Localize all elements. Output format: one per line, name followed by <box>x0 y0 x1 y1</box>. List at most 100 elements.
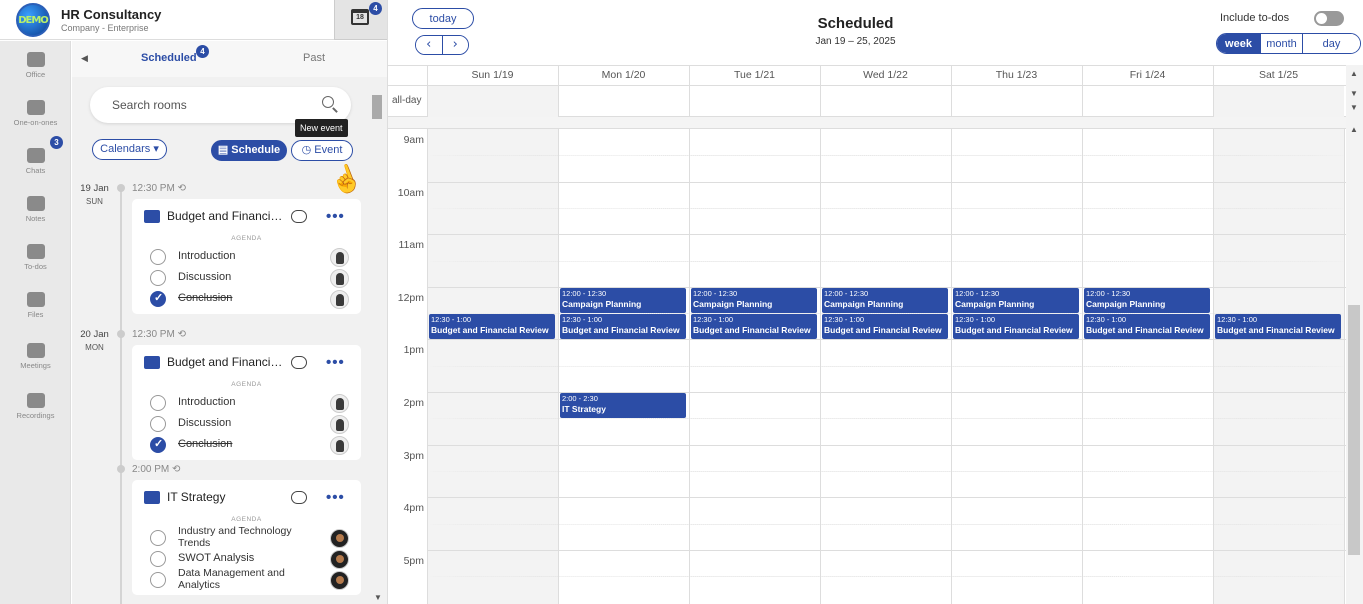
search-icon[interactable] <box>322 96 334 108</box>
avatar[interactable] <box>330 394 349 413</box>
calendar-scrollbar[interactable]: ▲ ▼ ▼ ▲ <box>1346 65 1363 604</box>
org-logo[interactable]: DEMO <box>16 3 50 37</box>
calendars-dropdown[interactable]: Calendars ▾ <box>92 139 167 160</box>
calendar-event[interactable]: 12:00 - 12:30 Campaign Planning <box>560 287 686 314</box>
calendar-event[interactable]: 12:30 - 1:00 Budget and Financial Review <box>953 314 1079 340</box>
avatar[interactable] <box>330 436 349 455</box>
calendar-event[interactable]: 12:30 - 1:00 Budget and Financial Review <box>560 314 686 340</box>
today-button[interactable]: today <box>412 8 474 29</box>
unchecked-circle-icon[interactable] <box>150 395 166 411</box>
calendar-event[interactable]: 12:30 - 1:00 Budget and Financial Review <box>822 314 948 340</box>
calendar-event[interactable]: 12:00 - 12:30 Campaign Planning <box>691 287 817 314</box>
unchecked-circle-icon[interactable] <box>150 270 166 286</box>
schedule-button[interactable]: ▤ Schedule <box>211 140 287 161</box>
calendar-tab[interactable]: 18 4 <box>334 0 387 40</box>
avatar[interactable] <box>330 415 349 434</box>
avatar[interactable] <box>330 248 349 267</box>
event-title[interactable]: IT Strategy <box>167 490 287 504</box>
checked-circle-icon[interactable] <box>150 291 166 307</box>
half-hour-line <box>427 365 1348 367</box>
next-week-button[interactable]: › <box>442 36 468 54</box>
event-card[interactable]: Budget and Financial Review ••• AGENDA Intr… <box>132 199 361 314</box>
hour-label: 5pm <box>403 554 424 567</box>
rail-item-one-on-ones[interactable]: One-on-ones <box>0 100 71 127</box>
unchecked-circle-icon[interactable] <box>150 572 166 588</box>
scroll-down-arrow-icon[interactable]: ▼ <box>1350 89 1358 98</box>
org-name[interactable]: HR Consultancy <box>61 7 161 22</box>
event-title[interactable]: Budget and Financial Review <box>167 209 287 223</box>
unchecked-circle-icon[interactable] <box>150 551 166 567</box>
rail-item-to-dos[interactable]: To-dos <box>0 244 71 271</box>
grid-divider <box>1082 66 1083 87</box>
calendar-event-time: 12:30 - 1:00 <box>562 315 603 325</box>
calendar-event[interactable]: 12:30 - 1:00 Budget and Financial Review <box>691 314 817 340</box>
day-column-header[interactable]: Sat 1/25 <box>1213 69 1344 81</box>
calendar-event[interactable]: 12:00 - 12:30 Campaign Planning <box>822 287 948 314</box>
search-box <box>90 87 351 123</box>
chat-icon[interactable] <box>291 356 307 369</box>
chat-icon[interactable] <box>291 491 307 504</box>
chat-icon[interactable] <box>291 210 307 223</box>
collapse-panel-icon[interactable]: ◀ <box>81 53 88 64</box>
avatar[interactable] <box>330 529 349 548</box>
rail-item-files[interactable]: Files <box>0 292 71 319</box>
day-column-header[interactable]: Tue 1/21 <box>689 69 820 81</box>
tab-past[interactable]: Past <box>303 52 325 64</box>
rail-item-notes[interactable]: Notes <box>0 196 71 223</box>
calendar-title: Scheduled <box>817 15 894 32</box>
view-week-button[interactable]: week <box>1217 34 1260 53</box>
event-card[interactable]: Budget and Financial Review ••• AGENDA Intr… <box>132 345 361 460</box>
calendar-event-title: Budget and Financial Review <box>824 325 942 336</box>
schedule-icon: ▤ <box>217 144 232 156</box>
day-column-header[interactable]: Wed 1/22 <box>820 69 951 81</box>
more-options-icon[interactable]: ••• <box>326 355 345 370</box>
scroll-down-arrow-icon[interactable]: ▼ <box>374 593 382 602</box>
day-column-header[interactable]: Thu 1/23 <box>951 69 1082 81</box>
scroll-up-arrow-icon[interactable]: ▲ <box>1350 125 1358 134</box>
avatar[interactable] <box>330 550 349 569</box>
panel-scroll-thumb[interactable] <box>372 95 382 119</box>
calendar-scroll-thumb[interactable] <box>1348 305 1360 555</box>
rail-item-meetings[interactable]: Meetings <box>0 343 71 370</box>
event-title[interactable]: Budget and Financial Review <box>167 355 287 369</box>
avatar[interactable] <box>330 571 349 590</box>
unchecked-circle-icon[interactable] <box>150 249 166 265</box>
calendar-event-time: 12:30 - 1:00 <box>955 315 996 325</box>
new-event-button[interactable]: ◷ Event <box>291 140 353 161</box>
search-input[interactable] <box>112 96 312 114</box>
calendar-event[interactable]: 12:00 - 12:30 Campaign Planning <box>1084 287 1210 314</box>
unchecked-circle-icon[interactable] <box>150 416 166 432</box>
half-hour-line <box>427 470 1348 472</box>
unchecked-circle-icon[interactable] <box>150 530 166 546</box>
calendar-event[interactable]: 12:30 - 1:00 Budget and Financial Review <box>429 314 555 340</box>
time-grid[interactable]: 9am 10am 11am 12pm 1pm 2pm 3pm 4pm 5pm 12:00 - 12… <box>388 129 1348 604</box>
agenda-item-text: Discussion <box>178 271 232 283</box>
rail-item-recordings[interactable]: Recordings <box>0 393 71 420</box>
include-todos-toggle[interactable] <box>1314 11 1344 26</box>
more-options-icon[interactable]: ••• <box>326 490 345 505</box>
rail-item-office[interactable]: Office <box>0 52 71 79</box>
prev-week-button[interactable]: ‹ <box>416 36 443 54</box>
scroll-up-arrow-icon[interactable]: ▲ <box>1350 69 1358 78</box>
tab-scheduled[interactable]: Scheduled <box>141 52 197 64</box>
calendar-event[interactable]: 12:00 - 12:30 Campaign Planning <box>953 287 1079 314</box>
event-card[interactable]: IT Strategy ••• AGENDA Industry and Technol… <box>132 480 361 595</box>
rail-item-chats[interactable]: Chats 3 <box>0 136 71 175</box>
calendar-event[interactable]: 12:30 - 1:00 Budget and Financial Review <box>1215 314 1341 340</box>
day-column-header[interactable]: Fri 1/24 <box>1082 69 1213 81</box>
more-options-icon[interactable]: ••• <box>326 209 345 224</box>
scroll-down-arrow-icon[interactable]: ▼ <box>1350 103 1358 112</box>
agenda-item-text: Introduction <box>178 250 236 262</box>
view-day-button[interactable]: day <box>1302 34 1360 53</box>
day-column-header[interactable]: Sun 1/19 <box>427 69 558 81</box>
avatar[interactable] <box>330 290 349 309</box>
checked-circle-icon[interactable] <box>150 437 166 453</box>
checkbox-icon <box>26 244 45 259</box>
half-hour-line <box>427 260 1348 262</box>
view-month-button[interactable]: month <box>1260 34 1302 53</box>
day-column-header[interactable]: Mon 1/20 <box>558 69 689 81</box>
calendar-event[interactable]: 2:00 - 2:30 IT Strategy <box>560 393 686 419</box>
panel-scrollbar[interactable]: ▼ <box>370 93 387 604</box>
calendar-event[interactable]: 12:30 - 1:00 Budget and Financial Review <box>1084 314 1210 340</box>
avatar[interactable] <box>330 269 349 288</box>
